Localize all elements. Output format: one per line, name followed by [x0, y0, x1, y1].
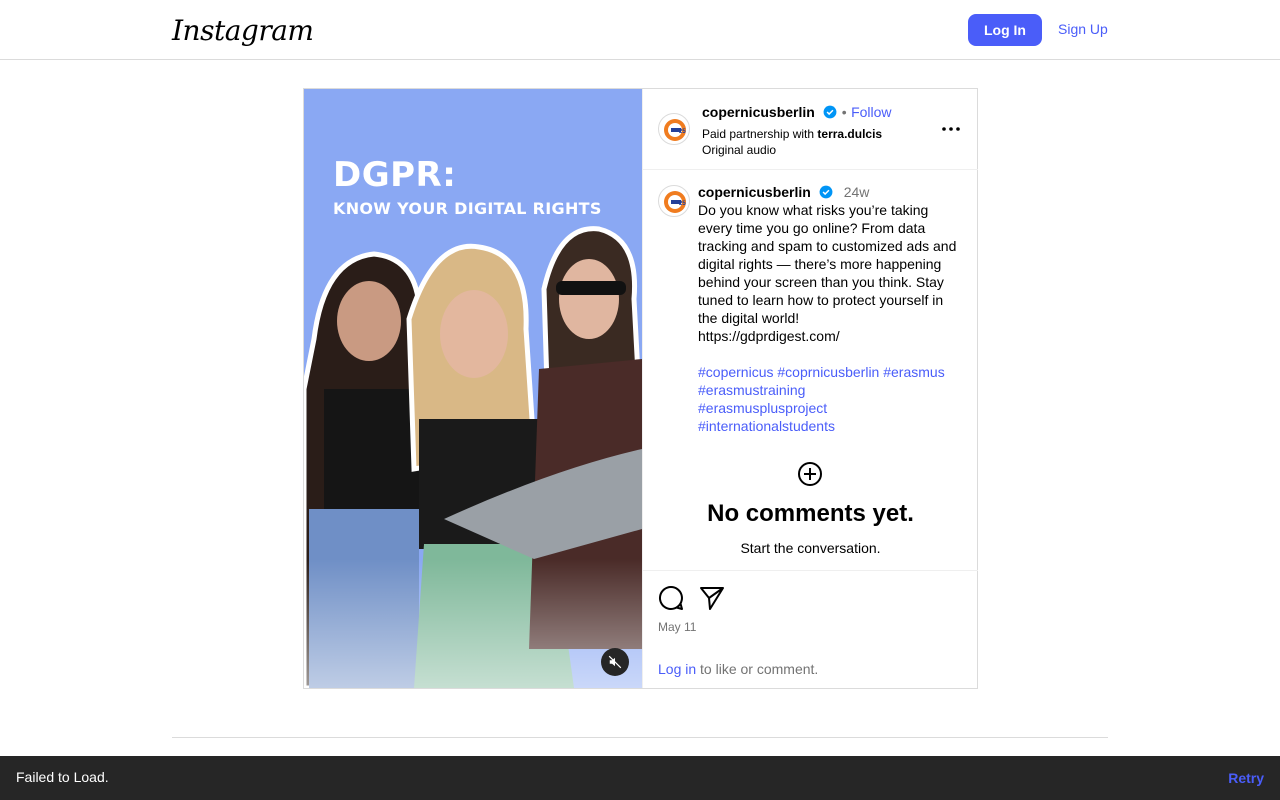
- post-sidebar: 25 copernicusberlin • Follow Paid partne…: [642, 89, 978, 688]
- toast-message: Failed to Load.: [16, 769, 109, 785]
- hashtag[interactable]: #copernicus: [698, 364, 774, 380]
- comment-icon[interactable]: [658, 585, 684, 611]
- hashtag[interactable]: #coprnicusberlin: [777, 364, 879, 380]
- no-comments-title: No comments yet.: [707, 500, 914, 527]
- post-card: DGPR: KNOW YOUR DIGITAL RIGHTS 25 copern…: [303, 88, 978, 689]
- caption-username[interactable]: copernicusberlin: [698, 184, 811, 200]
- partner-link[interactable]: terra.dulcis: [817, 127, 882, 141]
- hashtag[interactable]: #erasmustraining: [698, 382, 805, 398]
- instagram-logo[interactable]: Instagram: [172, 14, 314, 47]
- avatar[interactable]: 25: [658, 113, 690, 145]
- partnership-prefix: Paid partnership with: [702, 127, 815, 141]
- log-in-button[interactable]: Log In: [968, 14, 1042, 46]
- log-in-link[interactable]: Log in: [658, 661, 696, 677]
- post-header-info: copernicusberlin • Follow Paid partnersh…: [702, 104, 892, 157]
- login-prompt: Log in to like or comment.: [658, 661, 818, 677]
- post-date[interactable]: May 11: [658, 620, 696, 634]
- caption-header: copernicusberlin 24w: [698, 184, 869, 202]
- hashtag[interactable]: #erasmusplusproject: [698, 400, 827, 416]
- top-bar: Instagram Log In Sign Up: [0, 0, 1280, 60]
- footer-divider: [172, 737, 1108, 738]
- volume-muted-glyph: [608, 655, 622, 669]
- follow-button[interactable]: Follow: [851, 104, 891, 120]
- caption-area: 25 copernicusberlin 24w Do you know what…: [643, 171, 978, 571]
- hashtag-list: #copernicus #coprnicusberlin #erasmus #e…: [698, 363, 963, 435]
- post-username[interactable]: copernicusberlin: [702, 104, 815, 120]
- hashtag[interactable]: #erasmus: [883, 364, 944, 380]
- post-header: 25 copernicusberlin • Follow Paid partne…: [643, 89, 978, 170]
- share-icon[interactable]: [699, 585, 725, 611]
- separator-dot: •: [841, 104, 847, 120]
- action-bar: May 11 Log in to like or comment.: [643, 570, 978, 688]
- no-comments-subtitle: Start the conversation.: [740, 540, 881, 556]
- partnership-line: Paid partnership with terra.dulcis: [702, 127, 892, 141]
- audio-link[interactable]: Original audio: [702, 143, 892, 157]
- media-subtitle: KNOW YOUR DIGITAL RIGHTS: [333, 199, 602, 218]
- login-prompt-suffix: to like or comment.: [696, 661, 819, 677]
- sign-up-link[interactable]: Sign Up: [1058, 21, 1108, 37]
- verified-badge-icon: [819, 185, 833, 199]
- media-title: DGPR:: [333, 155, 457, 195]
- add-comment-icon: [798, 462, 822, 486]
- verified-badge-icon: [823, 105, 837, 119]
- error-toast: Failed to Load. Retry: [0, 756, 1280, 800]
- volume-muted-icon[interactable]: [601, 648, 629, 676]
- caption-avatar[interactable]: 25: [658, 185, 690, 217]
- retry-button[interactable]: Retry: [1228, 770, 1264, 786]
- svg-text:25: 25: [679, 129, 686, 135]
- post-media[interactable]: DGPR: KNOW YOUR DIGITAL RIGHTS: [304, 89, 642, 688]
- caption-age[interactable]: 24w: [844, 184, 870, 200]
- svg-text:25: 25: [679, 201, 686, 207]
- caption-text: Do you know what risks you’re taking eve…: [698, 202, 957, 344]
- hashtag[interactable]: #internationalstudents: [698, 418, 835, 434]
- more-options-icon[interactable]: [940, 119, 962, 139]
- copernicus-logo-icon: 25: [664, 191, 686, 213]
- copernicus-logo-icon: 25: [664, 119, 686, 141]
